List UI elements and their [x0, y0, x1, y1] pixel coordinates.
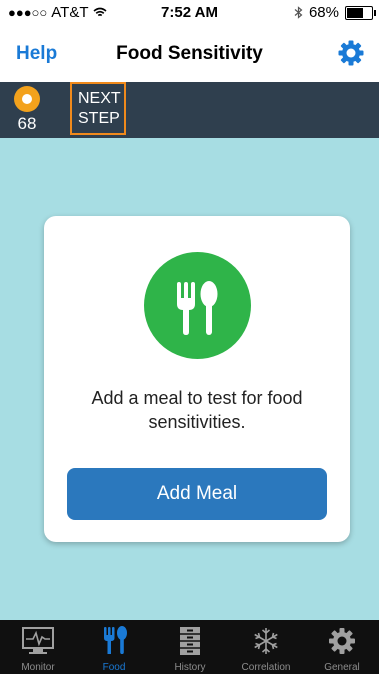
tab-general[interactable]: General: [304, 620, 379, 674]
cabinet-icon: [180, 627, 200, 655]
battery-percent: 68%: [308, 4, 339, 21]
tab-bar: Monitor Food History Correlation General: [0, 620, 379, 674]
fork-spoon-icon: [144, 252, 251, 359]
tab-label: Correlation: [241, 662, 291, 673]
tab-history[interactable]: History: [152, 620, 228, 674]
add-meal-button[interactable]: Add Meal: [67, 468, 327, 520]
step-bar: 68 NEXT STEP: [0, 82, 379, 138]
settings-gear-icon[interactable]: [337, 39, 365, 67]
tab-correlation[interactable]: Correlation: [228, 620, 304, 674]
main-content: Add a meal to test for food sensitivitie…: [0, 138, 379, 620]
tab-label: History: [174, 662, 206, 673]
add-meal-card: Add a meal to test for food sensitivitie…: [44, 216, 350, 542]
gear-icon: [329, 628, 355, 654]
monitor-icon: [22, 627, 54, 654]
bluetooth-icon: [294, 6, 303, 19]
tab-label: General: [324, 662, 360, 673]
snowflake-icon: [254, 628, 278, 654]
tab-monitor[interactable]: Monitor: [0, 620, 76, 674]
page-title: Food Sensitivity: [116, 43, 263, 64]
tab-food[interactable]: Food: [76, 620, 152, 674]
navigation-bar: Help Food Sensitivity: [0, 26, 379, 82]
battery-group: 68%: [294, 4, 376, 21]
tab-label: Food: [102, 662, 126, 673]
battery-icon: [345, 5, 376, 20]
status-bar: ●●●○○ AT&T 7:52 AM 68%: [0, 0, 379, 26]
fork-spoon-icon: [104, 626, 127, 654]
empty-state-message: Add a meal to test for food sensitivitie…: [91, 388, 303, 432]
score-value: 68: [17, 114, 37, 133]
sun-icon: [14, 86, 40, 112]
tab-label: Monitor: [21, 662, 55, 673]
next-step-button[interactable]: NEXT STEP: [70, 82, 126, 135]
